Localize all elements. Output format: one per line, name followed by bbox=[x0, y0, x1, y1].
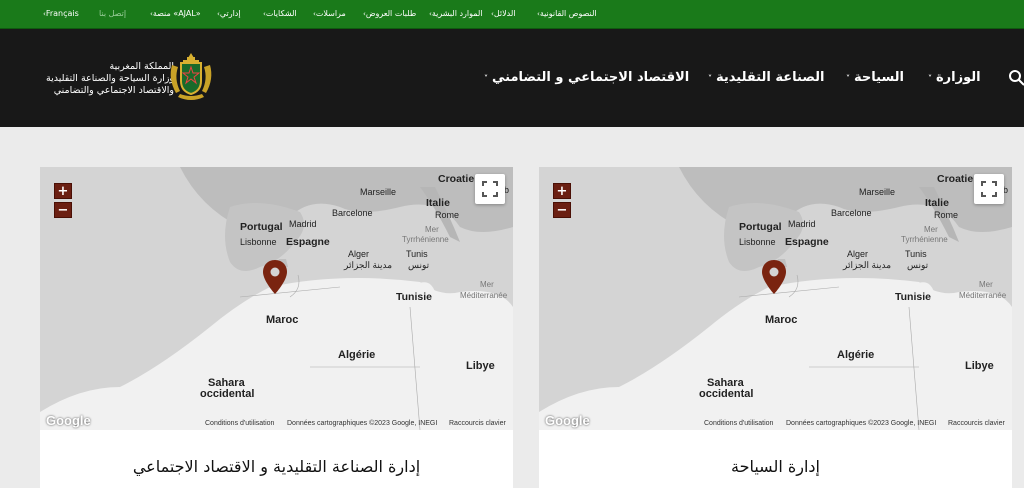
map-label-portugal: Portugal bbox=[739, 221, 782, 233]
search-icon[interactable] bbox=[1008, 69, 1024, 87]
map-attribution: Conditions d'utilisation Données cartogr… bbox=[539, 417, 1012, 430]
map-data-attribution: Données cartographiques ©2023 Google, IN… bbox=[786, 420, 937, 427]
fullscreen-button[interactable] bbox=[475, 174, 505, 204]
map-label-algeria: Algérie bbox=[338, 349, 376, 361]
brand-line-1: المملكة المغربية bbox=[109, 61, 174, 72]
card-title: إدارة السياحة bbox=[731, 457, 820, 476]
map-label-marseille: Marseille bbox=[859, 187, 896, 197]
map-label-italy: Italie bbox=[426, 197, 450, 209]
nav-item-ministry[interactable]: الوزارة˅ bbox=[928, 70, 981, 85]
map-terms-link[interactable]: Conditions d'utilisation bbox=[704, 420, 773, 427]
map-attribution: Conditions d'utilisation Données cartogr… bbox=[40, 417, 513, 430]
map-label-algiers-ar: مدينة الجزائر bbox=[344, 260, 393, 270]
map-label-lisbon: Lisbonne bbox=[739, 237, 776, 247]
map-label-algiers-ar: مدينة الجزائر bbox=[843, 260, 892, 270]
map-label-spain: Espagne bbox=[785, 236, 829, 248]
map-label-med-2: Méditerranée bbox=[460, 291, 508, 300]
fullscreen-button[interactable] bbox=[974, 174, 1004, 204]
map-label-algeria: Algérie bbox=[837, 349, 875, 361]
topbar-link-contact[interactable]: إتصل بنا bbox=[99, 9, 126, 18]
map-label-med-1: Mer bbox=[480, 280, 494, 289]
map-label-tunis-ar: تونس bbox=[907, 260, 929, 270]
map-label-algiers: Alger bbox=[847, 249, 869, 259]
map-label-italy: Italie bbox=[925, 197, 949, 209]
nav-item-handicraft[interactable]: الصناعة التقليدية˅ bbox=[708, 70, 825, 85]
chevron-down-icon: ˅ bbox=[708, 74, 712, 83]
topbar-link-complaints[interactable]: ‹الشكايات bbox=[262, 9, 297, 18]
map-label-rome: Rome bbox=[934, 210, 959, 220]
nav-item-social-economy[interactable]: الاقتصاد الاجتماعي و التضامني˅ bbox=[484, 70, 689, 85]
map-label-croatia: Croatie bbox=[937, 173, 974, 185]
map-label-tyrrhenian-2: Tyrrhénienne bbox=[402, 235, 449, 244]
chevron-down-icon: ˅ bbox=[846, 74, 850, 83]
map-label-tunis: Tunis bbox=[406, 249, 428, 259]
map-label-barcelona: Barcelone bbox=[332, 208, 373, 218]
map-label-tyrrhenian-2: Tyrrhénienne bbox=[901, 235, 948, 244]
map-label-marseille: Marseille bbox=[360, 187, 397, 197]
topbar-link-ajal[interactable]: ‹منصة «AJAL» bbox=[149, 9, 201, 18]
map-label-croatia: Croatie bbox=[438, 173, 475, 185]
zoom-in-button[interactable]: + bbox=[54, 183, 72, 199]
map-label-sahara-2: occidental bbox=[200, 388, 255, 400]
map-marker-icon[interactable] bbox=[262, 259, 288, 295]
map-data-attribution: Données cartographiques ©2023 Google, IN… bbox=[287, 420, 438, 427]
site-brand[interactable]: المملكة المغربية وزارة السياحة والصناعة … bbox=[30, 51, 220, 109]
map-label-morocco: Maroc bbox=[266, 314, 299, 326]
topbar-link-francais[interactable]: ‹Français bbox=[42, 9, 79, 18]
main-header: المملكة المغربية وزارة السياحة والصناعة … bbox=[0, 29, 1024, 127]
fullscreen-icon bbox=[981, 181, 997, 197]
map-label-rome: Rome bbox=[435, 210, 460, 220]
map-label-med-1: Mer bbox=[979, 280, 993, 289]
map-shortcuts-link[interactable]: Raccourcis clavier bbox=[948, 420, 1005, 427]
chevron-down-icon: ˅ bbox=[928, 74, 932, 83]
map-shortcuts-link[interactable]: Raccourcis clavier bbox=[449, 420, 506, 427]
topbar-link-idarati[interactable]: ‹إدارتي bbox=[216, 9, 241, 18]
topbar-link-tenders[interactable]: ‹طلبات العروض bbox=[362, 9, 416, 18]
fullscreen-icon bbox=[482, 181, 498, 197]
topbar-link-guides[interactable]: ‹الدلائل bbox=[490, 9, 516, 18]
map-label-madrid: Madrid bbox=[788, 219, 816, 229]
map-label-tyrrhenian-1: Mer bbox=[924, 225, 938, 234]
map-label-barcelona: Barcelone bbox=[831, 208, 872, 218]
card-title: إدارة الصناعة التقليدية و الاقتصاد الاجت… bbox=[132, 457, 421, 476]
map-label-tunisia: Tunisie bbox=[396, 291, 432, 303]
nav-item-tourism[interactable]: السياحة˅ bbox=[846, 70, 904, 85]
map-widget[interactable]: Croatie Marseille b Italie Barcelone Rom… bbox=[539, 167, 1012, 430]
map-label-lisbon: Lisbonne bbox=[240, 237, 277, 247]
chevron-down-icon: ˅ bbox=[484, 74, 488, 83]
map-terms-link[interactable]: Conditions d'utilisation bbox=[205, 420, 274, 427]
map-label-tunis: Tunis bbox=[905, 249, 927, 259]
map-label-libya: Libye bbox=[466, 360, 495, 372]
map-widget[interactable]: Croatie Marseille b Italie Barcelone Rom… bbox=[40, 167, 513, 430]
location-card-handicraft: Croatie Marseille b Italie Barcelone Rom… bbox=[40, 167, 513, 488]
brand-line-3: والاقتصاد الاجتماعي والتضامني bbox=[53, 85, 174, 96]
map-label-tyrrhenian-1: Mer bbox=[425, 225, 439, 234]
brand-line-2: وزارة السياحة والصناعة التقليدية bbox=[46, 73, 174, 84]
map-marker-icon[interactable] bbox=[761, 259, 787, 295]
topbar-link-hr[interactable]: ‹الموارد البشرية bbox=[428, 9, 483, 18]
zoom-out-button[interactable]: − bbox=[54, 202, 72, 218]
coat-of-arms-icon bbox=[170, 53, 212, 100]
map-label-tunis-ar: تونس bbox=[408, 260, 430, 270]
map-label-tunisia: Tunisie bbox=[895, 291, 931, 303]
map-label-madrid: Madrid bbox=[289, 219, 317, 229]
brand-text: المملكة المغربية وزارة السياحة والصناعة … bbox=[30, 61, 174, 97]
top-utility-bar: ‹Français إتصل بنا ‹منصة «AJAL» ‹إدارتي … bbox=[0, 0, 1024, 29]
topbar-link-legal-texts[interactable]: ‹النصوص القانونية bbox=[536, 9, 597, 18]
topbar-link-correspondence[interactable]: ‹مراسلات bbox=[312, 9, 346, 18]
map-label-sahara-2: occidental bbox=[699, 388, 754, 400]
map-label-morocco: Maroc bbox=[765, 314, 798, 326]
map-label-med-2: Méditerranée bbox=[959, 291, 1007, 300]
map-label-libya: Libye bbox=[965, 360, 994, 372]
zoom-out-button[interactable]: − bbox=[553, 202, 571, 218]
zoom-in-button[interactable]: + bbox=[553, 183, 571, 199]
map-label-algiers: Alger bbox=[348, 249, 370, 259]
map-label-portugal: Portugal bbox=[240, 221, 283, 233]
map-label-spain: Espagne bbox=[286, 236, 330, 248]
location-card-tourism: Croatie Marseille b Italie Barcelone Rom… bbox=[539, 167, 1012, 488]
